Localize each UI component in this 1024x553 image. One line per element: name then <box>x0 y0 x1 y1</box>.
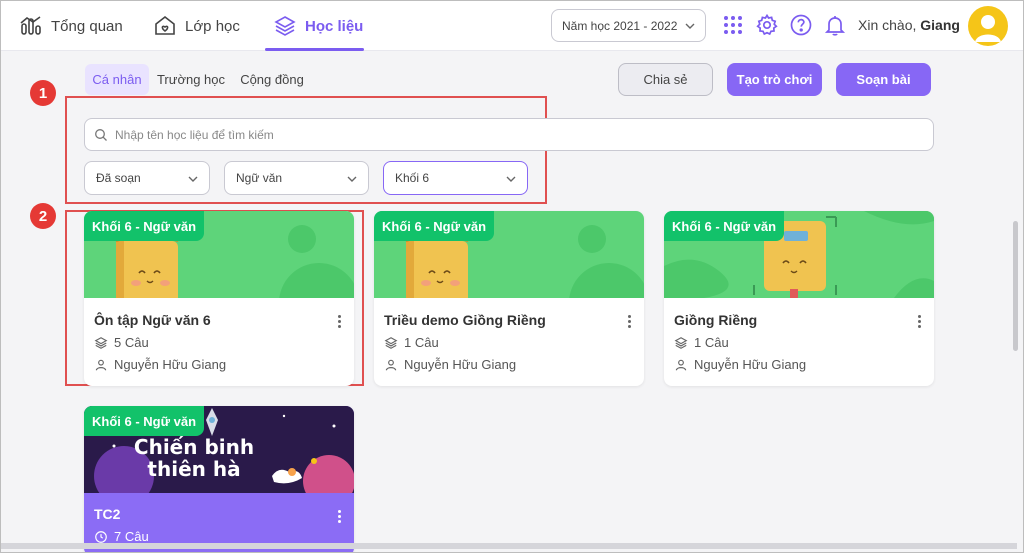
create-game-button[interactable]: Tạo trò chơi <box>727 63 822 96</box>
card-title: Ôn tập Ngữ văn 6 <box>94 312 211 328</box>
user-greeting: Xin chào, Giang <box>858 17 960 33</box>
status-filter-select[interactable]: Đã soạn <box>84 161 210 195</box>
chart-icon <box>20 16 41 35</box>
card-count-label: 1 Câu <box>694 335 729 350</box>
chevron-down-icon <box>506 176 516 182</box>
card-author-label: Nguyễn Hữu Giang <box>694 357 807 372</box>
school-year-select[interactable]: Năm học 2021 - 2022 <box>551 9 706 42</box>
annotation-marker-1: 1 <box>30 80 56 106</box>
card-banner: Khối 6 - Ngữ văn <box>374 211 644 298</box>
layers-icon <box>674 336 688 349</box>
chevron-down-icon <box>188 176 198 182</box>
card-tag: Khối 6 - Ngữ văn <box>664 211 785 241</box>
nav-classes-label: Lớp học <box>185 17 240 35</box>
card-title: TC2 <box>94 506 121 522</box>
card-author: Nguyễn Hữu Giang <box>674 357 806 372</box>
share-button[interactable]: Chia sẻ <box>618 63 713 96</box>
vertical-scrollbar[interactable] <box>1013 221 1018 351</box>
search-icon <box>95 129 107 141</box>
more-options-icon[interactable] <box>338 510 342 524</box>
card-author: Nguyễn Hữu Giang <box>94 357 226 372</box>
subject-filter-value: Ngữ văn <box>236 171 283 185</box>
card-question-count: 1 Câu <box>384 335 439 350</box>
top-navigation-bar: Tổng quan Lớp học Học liệu Năm học 2021 … <box>1 1 1023 51</box>
material-card[interactable]: Khối 6 - Ngữ văn Triều demo Giồng Riềng … <box>374 211 644 386</box>
card-banner: Chiến binh thiên hà Khối 6 - Ngữ văn <box>84 406 354 493</box>
material-card[interactable]: Chiến binh thiên hà Khối 6 - Ngữ văn TC2… <box>84 406 354 552</box>
nav-materials[interactable]: Học liệu <box>273 1 363 51</box>
school-year-value: Năm học 2021 - 2022 <box>562 18 678 33</box>
card-author-label: Nguyễn Hữu Giang <box>404 357 517 372</box>
subject-filter-select[interactable]: Ngữ văn <box>224 161 369 195</box>
banner-headline-line-1: Chiến binh <box>133 435 255 459</box>
bell-icon[interactable] <box>823 13 847 37</box>
nav-materials-label: Học liệu <box>305 17 364 35</box>
search-input[interactable]: Nhập tên học liệu để tìm kiếm <box>84 118 934 151</box>
card-tag: Khối 6 - Ngữ văn <box>374 211 495 241</box>
card-count-label: 1 Câu <box>404 335 439 350</box>
gear-icon[interactable] <box>755 13 779 37</box>
banner-headline-line-2: thiên hà <box>147 457 241 481</box>
material-card[interactable]: Khối 6 - Ngữ văn Giồng Riềng 1 Câu Nguyễ… <box>664 211 934 386</box>
card-author: Nguyễn Hữu Giang <box>384 357 516 372</box>
more-options-icon[interactable] <box>628 315 632 329</box>
layers-icon <box>384 336 398 349</box>
user-icon <box>95 359 107 370</box>
greeting-name: Giang <box>920 17 960 33</box>
card-banner: Khối 6 - Ngữ văn <box>84 211 354 298</box>
grade-filter-select[interactable]: Khối 6 <box>383 161 528 195</box>
card-title: Giồng Riềng <box>674 312 758 328</box>
card-banner: Khối 6 - Ngữ văn <box>664 211 934 298</box>
card-tag: Khối 6 - Ngữ văn <box>84 406 205 436</box>
heart-house-icon <box>155 15 175 35</box>
status-filter-value: Đã soạn <box>96 171 141 185</box>
card-question-count: 7 Câu <box>94 529 149 544</box>
tab-personal[interactable]: Cá nhân <box>85 64 149 95</box>
card-count-label: 5 Câu <box>114 335 149 350</box>
help-icon[interactable] <box>789 13 813 37</box>
apps-grid-icon[interactable] <box>721 13 745 37</box>
card-question-count: 1 Câu <box>674 335 729 350</box>
nav-classes[interactable]: Lớp học <box>153 1 240 51</box>
chevron-down-icon <box>685 23 695 29</box>
tab-school[interactable]: Trường học <box>153 64 229 95</box>
user-silhouette-icon <box>975 15 1001 42</box>
search-placeholder: Nhập tên học liệu để tìm kiếm <box>115 127 274 142</box>
greeting-prefix: Xin chào, <box>858 17 921 33</box>
card-title: Triều demo Giồng Riềng <box>384 312 546 328</box>
layers-icon <box>274 16 296 36</box>
annotation-marker-2: 2 <box>30 203 56 229</box>
card-count-label: 7 Câu <box>114 529 149 544</box>
nav-overview-label: Tổng quan <box>51 17 123 35</box>
user-icon <box>675 359 687 370</box>
more-options-icon[interactable] <box>338 315 342 329</box>
layers-icon <box>94 336 108 349</box>
compose-lesson-button[interactable]: Soạn bài <box>836 63 931 96</box>
material-card[interactable]: Khối 6 - Ngữ văn Ôn tập Ngữ văn 6 5 Câu … <box>84 211 354 386</box>
grade-filter-value: Khối 6 <box>395 171 430 185</box>
avatar[interactable] <box>968 6 1008 46</box>
user-icon <box>385 359 397 370</box>
more-options-icon[interactable] <box>918 315 922 329</box>
nav-overview[interactable]: Tổng quan <box>19 1 123 51</box>
horizontal-scrollbar[interactable] <box>1 543 1017 549</box>
tab-community[interactable]: Cộng đồng <box>233 64 311 95</box>
chevron-down-icon <box>347 176 357 182</box>
card-question-count: 5 Câu <box>94 335 149 350</box>
card-author-label: Nguyễn Hữu Giang <box>114 357 227 372</box>
active-tab-indicator <box>265 48 364 51</box>
card-tag: Khối 6 - Ngữ văn <box>84 211 205 241</box>
app-window: Tổng quan Lớp học Học liệu Năm học 2021 … <box>0 0 1024 553</box>
clock-icon <box>95 530 107 543</box>
banner-headline: Chiến binh thiên hà <box>84 436 304 480</box>
